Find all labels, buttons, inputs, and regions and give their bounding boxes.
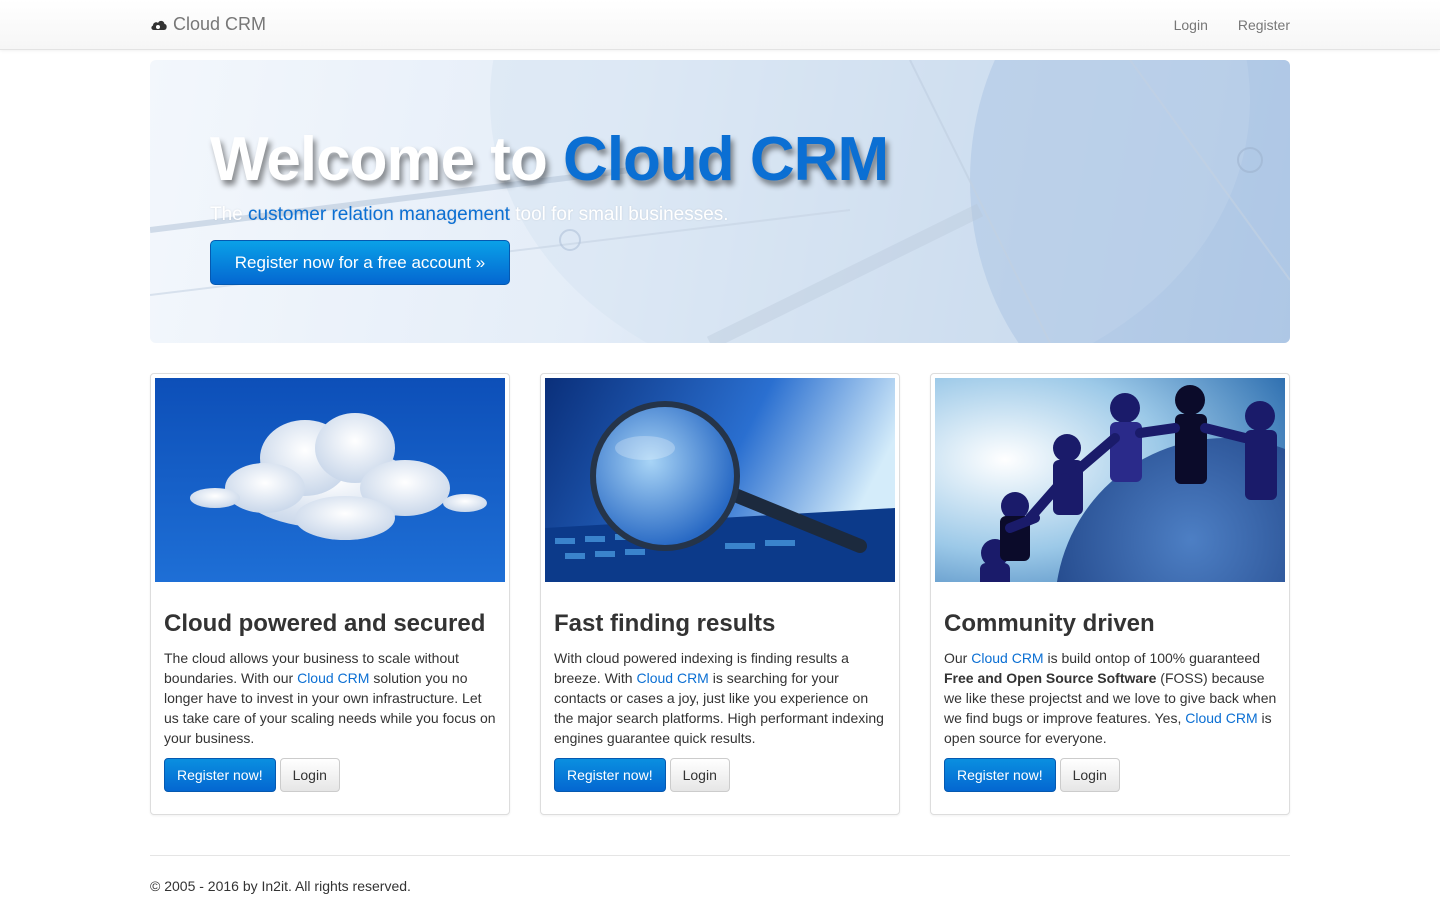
register-free-account-button[interactable]: Register now for a free account » bbox=[210, 240, 510, 285]
footer-copyright: © 2005 - 2016 by In2it. All rights reser… bbox=[150, 878, 411, 894]
feature-card-cloud: Cloud powered and secured The cloud allo… bbox=[150, 373, 510, 815]
card-text: The cloud allows your business to scale … bbox=[164, 648, 499, 748]
blueprint-background bbox=[150, 60, 1290, 343]
cloud-crm-link[interactable]: Cloud CRM bbox=[636, 670, 708, 686]
login-button[interactable]: Login bbox=[279, 758, 340, 792]
foss-emphasis: Free and Open Source Software bbox=[944, 670, 1157, 686]
card-title: Community driven bbox=[944, 610, 1155, 637]
cloud-sky-image bbox=[155, 378, 505, 582]
card-actions: Register now! Login bbox=[944, 758, 1120, 792]
cloud-crm-link[interactable]: Cloud CRM bbox=[1185, 710, 1257, 726]
brand-link[interactable]: Cloud CRM bbox=[150, 14, 266, 35]
hero-lead-accent: customer relation management bbox=[248, 204, 510, 225]
card-title: Cloud powered and secured bbox=[164, 610, 486, 637]
hero-title: Welcome to Cloud CRM bbox=[210, 124, 889, 195]
card-text: Our Cloud CRM is build ontop of 100% gua… bbox=[944, 648, 1279, 748]
hero-title-prefix: Welcome to bbox=[210, 125, 564, 194]
navbar: Cloud CRM Login Register bbox=[0, 0, 1440, 50]
magnifying-glass-image bbox=[545, 378, 895, 582]
hero-title-accent: Cloud CRM bbox=[563, 125, 889, 194]
cloud-icon bbox=[151, 20, 167, 30]
card-actions: Register now! Login bbox=[164, 758, 340, 792]
card-text-part: Our bbox=[944, 650, 972, 666]
hero-lead-suffix: tool for small businesses. bbox=[509, 204, 729, 225]
login-button[interactable]: Login bbox=[669, 758, 730, 792]
card-actions: Register now! Login bbox=[554, 758, 730, 792]
footer-divider bbox=[150, 855, 1290, 856]
brand-name: Cloud CRM bbox=[173, 14, 267, 34]
cloud-crm-link[interactable]: Cloud CRM bbox=[971, 650, 1043, 666]
nav-register-link[interactable]: Register bbox=[1238, 17, 1290, 33]
hero-lead: The customer relation management tool fo… bbox=[210, 204, 729, 226]
community-globe-image bbox=[935, 378, 1285, 582]
register-now-button[interactable]: Register now! bbox=[164, 758, 276, 792]
card-text-part: is build ontop of 100% guaranteed bbox=[1043, 650, 1260, 666]
card-text: With cloud powered indexing is finding r… bbox=[554, 648, 889, 748]
top-nav: Login Register bbox=[1174, 17, 1290, 33]
register-now-button[interactable]: Register now! bbox=[944, 758, 1056, 792]
card-title: Fast finding results bbox=[554, 610, 776, 637]
login-button[interactable]: Login bbox=[1059, 758, 1120, 792]
nav-login-link[interactable]: Login bbox=[1174, 17, 1208, 33]
register-now-button[interactable]: Register now! bbox=[554, 758, 666, 792]
feature-card-search: Fast finding results With cloud powered … bbox=[540, 373, 900, 815]
hero-banner: Welcome to Cloud CRM The customer relati… bbox=[150, 60, 1290, 343]
hero-lead-prefix: The bbox=[210, 204, 249, 225]
cloud-crm-link[interactable]: Cloud CRM bbox=[297, 670, 369, 686]
feature-card-community: Community driven Our Cloud CRM is build … bbox=[930, 373, 1290, 815]
